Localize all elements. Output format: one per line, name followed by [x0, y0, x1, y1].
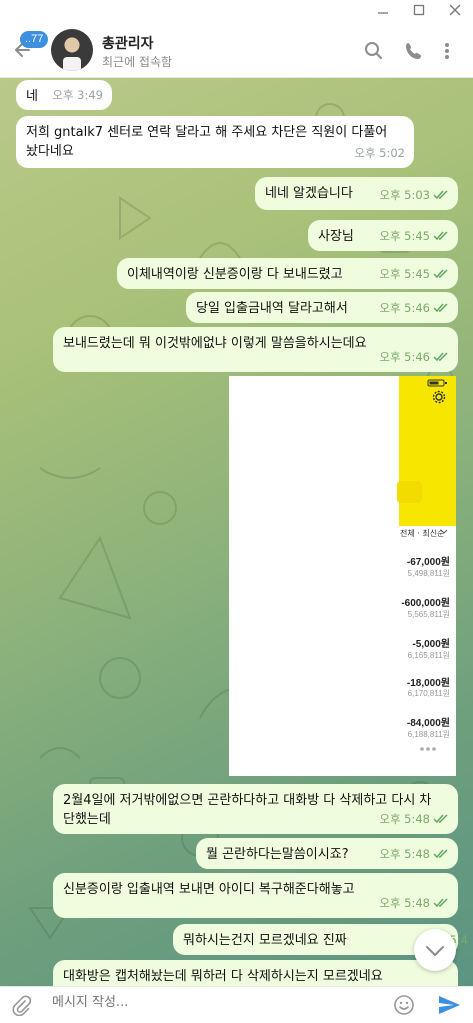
double-check-icon — [433, 231, 448, 241]
chat-messages-area[interactable]: 네 오후 3:49 저희 gntalk7 센터로 연락 달라고 해 주세요 차단… — [0, 78, 473, 986]
message-bubble-outgoing[interactable]: 2월4일에 저거밖에없으면 곤란하다하고 대화방 다 삭제하고 다시 차단했는데… — [53, 784, 458, 834]
avatar[interactable] — [51, 29, 93, 71]
message-text: 신분증이랑 입출내역 보내면 아이디 복구해준다해놓고 — [63, 882, 355, 897]
message-bubble-outgoing[interactable]: 뭘 곤란하다는말씀이시죠? 오후 5:48 — [196, 838, 458, 869]
double-check-icon — [433, 898, 448, 908]
message-time: 오후 5:46 — [379, 301, 430, 315]
chevron-down-icon — [440, 529, 448, 534]
message-text: 대화방은 캡처해놨는데 뭐하러 다 삭제하시는지 모르겠네요 — [63, 969, 383, 984]
message-time: 오후 5:46 — [379, 350, 430, 364]
phone-icon — [406, 43, 421, 59]
minimize-button[interactable] — [368, 2, 398, 22]
send-icon — [439, 996, 460, 1014]
transaction-balance: 6,170,811원 — [407, 689, 450, 698]
message-bubble-outgoing[interactable]: 신분증이랑 입출내역 보내면 아이디 복구해준다해놓고 오후 5:48 — [53, 873, 458, 918]
maximize-button[interactable] — [404, 2, 434, 22]
message-time: 오후 5:45 — [379, 267, 430, 281]
chevron-down-icon — [426, 946, 444, 956]
message-time: 오후 5:48 — [379, 847, 430, 861]
message-time: 오후 5:02 — [354, 146, 405, 160]
minimize-icon — [378, 12, 388, 14]
battery-icon — [427, 379, 447, 387]
window-titlebar — [0, 0, 473, 24]
message-input[interactable] — [52, 995, 352, 1010]
search-button[interactable] — [363, 40, 385, 62]
message-bubble-outgoing[interactable]: 당일 입출금내역 달라고해서 오후 5:46 — [186, 292, 458, 323]
emoji-icon — [394, 995, 414, 1015]
search-icon — [365, 42, 382, 59]
transaction-balance: 6,188,811원 — [407, 730, 450, 739]
message-text: 이체내역이랑 신분증이랑 다 보내드렸고 — [127, 267, 343, 282]
message-bubble-outgoing[interactable]: 사장님 오후 5:45 — [308, 220, 458, 251]
double-check-icon — [433, 352, 448, 362]
app-yellow-button — [397, 481, 422, 503]
maximize-icon — [413, 4, 425, 16]
transaction-amount: -18,000원 — [406, 678, 450, 689]
send-button[interactable] — [437, 993, 461, 1017]
call-button[interactable] — [403, 40, 425, 62]
image-message[interactable]: 전체 · 최신순 -67,000원 5,498,811원 -600,000원 5… — [229, 376, 456, 776]
attach-icon — [12, 995, 32, 1017]
unread-badge: ..77 — [20, 31, 49, 48]
double-check-icon — [433, 269, 448, 279]
transaction-balance: 6,165,811원 — [407, 651, 450, 660]
message-bubble-outgoing[interactable]: 이체내역이랑 신분증이랑 다 보내드렸고 오후 5:45 — [117, 258, 458, 289]
message-text: 사장님 — [318, 229, 354, 244]
app-header-bar — [399, 376, 456, 526]
transaction-amount: -67,000원 — [406, 557, 450, 568]
transaction-amount: -84,000원 — [406, 718, 450, 729]
message-text: 네 — [26, 89, 38, 104]
transaction-balance: 5,498,811원 — [407, 569, 450, 578]
emoji-button[interactable] — [393, 994, 415, 1016]
message-bubble-outgoing[interactable]: 대화방은 캡처해놨는데 뭐하러 다 삭제하시는지 모르겠네요 — [53, 960, 458, 986]
double-check-icon — [433, 814, 448, 824]
double-check-icon — [433, 849, 448, 859]
message-text: 당일 입출금내역 달라고해서 — [196, 301, 348, 316]
chat-header: ..77 총관리자 최근에 접속함 — [0, 24, 473, 78]
message-bubble-incoming[interactable]: 저희 gntalk7 센터로 연락 달라고 해 주세요 차단은 직원이 다풀어놨… — [16, 116, 414, 168]
message-text: 뭘 곤란하다는말씀이시죠? — [206, 847, 349, 862]
message-time: 오후 3:49 — [52, 88, 103, 102]
message-text: 저희 gntalk7 센터로 연락 달라고 해 주세요 차단은 직원이 다풀어놨… — [26, 125, 388, 159]
transaction-amount: -5,000원 — [412, 639, 450, 650]
contact-name[interactable]: 총관리자 — [102, 33, 154, 53]
transaction-balance: 5,565,811원 — [407, 610, 450, 619]
more-button[interactable] — [440, 40, 454, 62]
message-text: 보내드렸는데 뭐 이것밖에없냐 이렇게 말씀을하시는데요 — [63, 336, 367, 351]
transaction-amount: -600,000원 — [401, 598, 450, 609]
message-input-bar — [0, 986, 473, 1023]
message-time: 오후 5:48 — [379, 812, 430, 826]
filter-label: 전체 · 최신순 — [400, 529, 445, 538]
double-check-icon — [433, 303, 448, 313]
message-time: 오후 5:45 — [379, 229, 430, 243]
close-window-button[interactable] — [440, 2, 470, 22]
contact-status: 최근에 접속함 — [102, 55, 173, 69]
message-text: 네네 알겠습니다 — [265, 186, 353, 201]
scroll-to-bottom-button[interactable] — [414, 929, 456, 971]
message-time: 오후 5:03 — [379, 188, 430, 202]
message-text: 뭐하시는건지 모르겠네요 진짜 — [183, 933, 347, 948]
more-vertical-icon — [445, 43, 449, 59]
message-bubble-outgoing[interactable]: 네네 알겠습니다 오후 5:03 — [255, 177, 458, 210]
message-bubble-incoming[interactable]: 네 오후 3:49 — [16, 80, 112, 110]
settings-gear-icon — [432, 390, 446, 404]
close-icon — [449, 4, 461, 16]
message-bubble-outgoing[interactable]: 보내드렸는데 뭐 이것밖에없냐 이렇게 말씀을하시는데요 오후 5:46 — [53, 327, 458, 372]
attach-button[interactable] — [10, 994, 32, 1017]
more-dots-icon — [420, 747, 436, 751]
message-time: 오후 5:48 — [379, 896, 430, 910]
double-check-icon — [433, 190, 448, 200]
